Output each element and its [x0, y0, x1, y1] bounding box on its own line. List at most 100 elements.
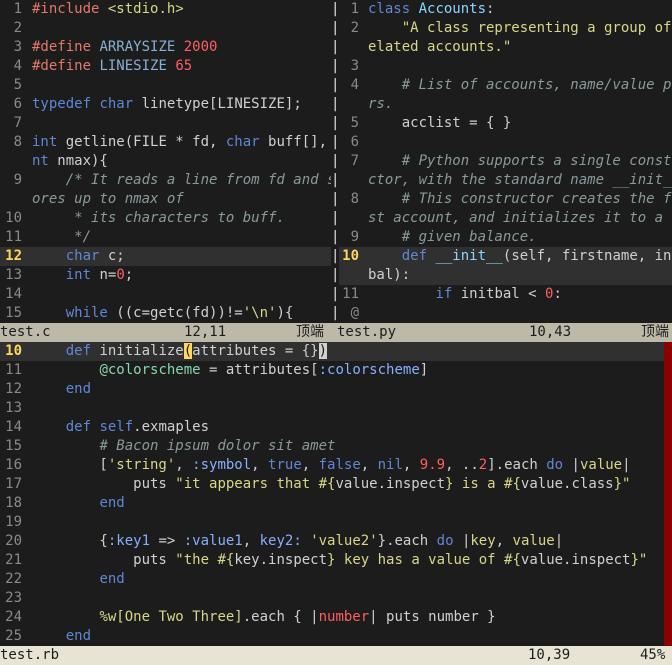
code-text[interactable]: ['string', :symbol, true, false, nil, 9.… [32, 457, 630, 473]
code-text[interactable]: # Python supports a single constru [368, 153, 672, 169]
code-line[interactable]: 11 */ [0, 228, 331, 247]
code-text[interactable]: def initialize(attributes = {}) [32, 343, 328, 359]
code-line[interactable]: 8 # This constructor creates the fir [339, 190, 672, 209]
code-text[interactable]: #define LINESIZE 65 [32, 58, 192, 74]
code-line[interactable]: 9 # given balance. [339, 228, 672, 247]
code-text[interactable]: def __init__(self, firstname, init [368, 248, 672, 264]
code-text[interactable]: bal): [368, 267, 410, 283]
code-line[interactable]: rs. [339, 95, 672, 114]
code-text[interactable]: ores up to nmax of [32, 191, 184, 207]
status-bar-test-py[interactable]: test.py 10,43 顶端 [331, 323, 672, 342]
code-line[interactable]: 1 #include <stdio.h> [0, 0, 331, 19]
code-text[interactable]: # List of accounts, name/value pai [368, 77, 672, 93]
code-text[interactable]: */ [32, 229, 91, 245]
code-text[interactable]: %w[One Two Three].each { |number| puts n… [32, 609, 495, 625]
code-line[interactable]: 9 /* It reads a line from fd and st [0, 171, 331, 190]
scrollbar[interactable] [664, 342, 672, 646]
line-number: 13 [5, 267, 22, 283]
code-text[interactable]: * its characters to buff. [32, 210, 285, 226]
code-text[interactable]: ctor, with the standard name __init__. [368, 172, 672, 188]
code-line[interactable]: 5 [0, 76, 331, 95]
code-text[interactable]: #include <stdio.h> [32, 1, 184, 17]
code-line[interactable]: 17 puts "it appears that #{value.inspect… [0, 475, 664, 494]
code-text[interactable]: def self.exmaples [32, 419, 209, 435]
code-line[interactable]: 2 "A class representing a group of r [339, 19, 672, 38]
vertical-split-separator[interactable]: | | | | | | | | | | | | | | | | | [331, 0, 339, 323]
code-line[interactable]: st account, and initializes it to a [339, 209, 672, 228]
code-line[interactable]: 2 [0, 19, 331, 38]
bottom-editor-pane[interactable]: 10 def initialize(attributes = {}) 11 @co… [0, 342, 664, 646]
code-line[interactable]: 4 #define LINESIZE 65 [0, 57, 331, 76]
code-line[interactable]: 7 # Python supports a single constru [339, 152, 672, 171]
status-bar-test-c[interactable]: test.c 12,11 顶端 [0, 323, 331, 342]
code-text[interactable]: st account, and initializes it to a [368, 210, 663, 226]
code-text[interactable]: class Accounts: [368, 1, 494, 17]
code-line[interactable]: @ [339, 304, 672, 323]
code-line[interactable]: 14 def self.exmaples [0, 418, 664, 437]
code-line[interactable]: 12 char c; [0, 247, 331, 266]
line-number: 5 [350, 115, 359, 131]
code-line[interactable]: 10 def __init__(self, firstname, init [339, 247, 672, 266]
code-text[interactable]: typedef char linetype[LINESIZE]; [32, 96, 302, 112]
code-line[interactable]: 3 [339, 57, 672, 76]
code-line[interactable]: 24 %w[One Two Three].each { |number| put… [0, 608, 664, 627]
code-text[interactable]: # This constructor creates the fir [368, 191, 672, 207]
code-text[interactable]: char c; [32, 248, 125, 264]
code-line[interactable]: 15 while ((c=getc(fd))!='\n'){ [0, 304, 331, 323]
code-text[interactable]: "A class representing a group of r [368, 20, 672, 36]
code-text[interactable]: {:key1 => :value1, key2: 'value2'}.each … [32, 533, 563, 549]
code-line[interactable]: 6 typedef char linetype[LINESIZE]; [0, 95, 331, 114]
code-text[interactable]: while ((c=getc(fd))!='\n'){ [32, 305, 294, 321]
code-line[interactable]: 16 ['string', :symbol, true, false, nil,… [0, 456, 664, 475]
code-line[interactable]: 13 [0, 399, 664, 418]
code-text[interactable]: puts "it appears that #{value.inspect} i… [32, 476, 630, 492]
code-line[interactable]: bal): [339, 266, 672, 285]
code-text[interactable]: end [32, 628, 91, 644]
code-line[interactable]: 13 int n=0; [0, 266, 331, 285]
code-text[interactable]: #define ARRAYSIZE 2000 [32, 39, 217, 55]
code-text[interactable]: int getline(FILE * fd, char buff[], i [32, 134, 331, 150]
code-line[interactable]: 19 [0, 513, 664, 532]
code-line[interactable]: 22 end [0, 570, 664, 589]
code-text[interactable]: /* It reads a line from fd and st [32, 172, 331, 188]
code-line[interactable]: 21 puts "the #{key.inspect} key has a va… [0, 551, 664, 570]
right-editor-pane[interactable]: 1 class Accounts: 2 "A class representing … [339, 0, 672, 323]
code-line[interactable]: 11 if initbal < 0: [339, 285, 672, 304]
code-text[interactable]: end [32, 495, 124, 511]
code-line[interactable]: elated accounts." [339, 38, 672, 57]
code-line[interactable]: 25 end [0, 627, 664, 646]
code-text[interactable]: elated accounts." [368, 39, 511, 55]
code-text[interactable]: nt nmax){ [32, 153, 108, 169]
code-line[interactable]: ctor, with the standard name __init__. [339, 171, 672, 190]
code-text[interactable]: rs. [368, 96, 393, 112]
code-line[interactable]: 14 [0, 285, 331, 304]
code-line[interactable]: ores up to nmax of [0, 190, 331, 209]
code-text[interactable]: int n=0; [32, 267, 133, 283]
code-line[interactable]: 10 def initialize(attributes = {}) [0, 342, 664, 361]
code-line[interactable]: 4 # List of accounts, name/value pai [339, 76, 672, 95]
code-text[interactable]: # given balance. [368, 229, 537, 245]
left-editor-pane[interactable]: 1 #include <stdio.h> 2 3 #define ARRAYSIZE 2… [0, 0, 331, 323]
code-line[interactable]: 10 * its characters to buff. [0, 209, 331, 228]
code-text[interactable]: if initbal < 0: [368, 286, 561, 302]
status-bar-test-rb[interactable]: test.rb 10,39 45% [0, 646, 672, 665]
code-line[interactable]: 12 end [0, 380, 664, 399]
code-text[interactable]: acclist = { } [368, 115, 512, 131]
code-text[interactable]: # Bacon ipsum dolor sit amet [32, 438, 335, 454]
code-line[interactable]: 18 end [0, 494, 664, 513]
code-line[interactable]: 23 [0, 589, 664, 608]
code-line[interactable]: 1 class Accounts: [339, 0, 672, 19]
code-text[interactable]: puts "the #{key.inspect} key has a value… [32, 552, 647, 568]
code-text[interactable]: end [32, 381, 91, 397]
code-text[interactable]: @colorscheme = attributes[:colorscheme] [32, 362, 428, 378]
code-line[interactable]: 3 #define ARRAYSIZE 2000 [0, 38, 331, 57]
code-line[interactable]: 6 [339, 133, 672, 152]
code-line[interactable]: 8 int getline(FILE * fd, char buff[], i [0, 133, 331, 152]
code-line[interactable]: 20 {:key1 => :value1, key2: 'value2'}.ea… [0, 532, 664, 551]
code-line[interactable]: 11 @colorscheme = attributes[:colorschem… [0, 361, 664, 380]
code-line[interactable]: 7 [0, 114, 331, 133]
code-line[interactable]: nt nmax){ [0, 152, 331, 171]
code-text[interactable]: end [32, 571, 124, 587]
code-line[interactable]: 5 acclist = { } [339, 114, 672, 133]
code-line[interactable]: 15 # Bacon ipsum dolor sit amet [0, 437, 664, 456]
